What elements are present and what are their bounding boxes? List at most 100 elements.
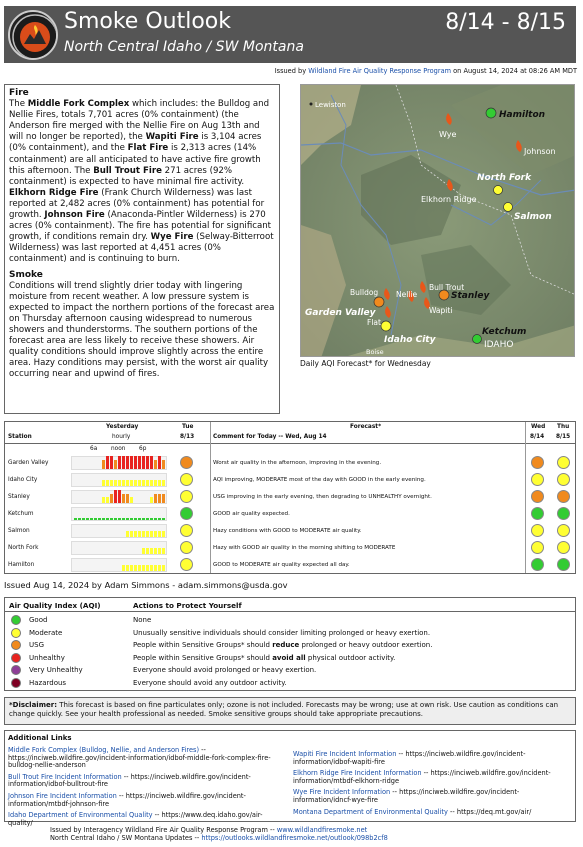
col-thu-date: 8/15 xyxy=(556,434,571,440)
row-station: Hamilton xyxy=(8,562,35,568)
smoke-heading: Smoke xyxy=(9,269,43,280)
row-station: Garden Valley xyxy=(8,460,49,466)
legend-name: Good xyxy=(29,616,48,624)
hourly-bar xyxy=(130,497,133,503)
marker-idaho-city xyxy=(380,320,392,332)
program-link[interactable]: Wildland Fire Air Quality Response Progr… xyxy=(308,67,451,75)
hourly-bar xyxy=(142,456,145,469)
hourly-bar xyxy=(102,518,105,520)
legend-action: People within Sensitive Groups* should r… xyxy=(133,641,433,649)
hourly-bar xyxy=(114,518,117,520)
hourly-bar xyxy=(110,456,113,469)
hourly-bar xyxy=(134,480,137,486)
hourly-bar xyxy=(154,531,157,537)
link-label[interactable]: Montana Department of Environmental Qual… xyxy=(293,808,448,816)
hourly-bar xyxy=(154,460,157,469)
legend-action: People within Sensitive Groups* should a… xyxy=(133,653,396,662)
link-item: Middle Fork Complex (Bulldog, Nellie, an… xyxy=(8,746,278,770)
hourly-bar xyxy=(138,456,141,469)
hourly-bar xyxy=(122,518,125,520)
hourly-bar xyxy=(102,480,105,486)
legend-row: Moderate Unusually sensitive individuals… xyxy=(5,627,575,639)
wed-aqi-dot xyxy=(531,490,544,503)
legend-name: USG xyxy=(29,641,44,649)
disclaimer: *Disclaimer: This forecast is based on f… xyxy=(4,697,576,725)
thu-aqi-dot xyxy=(557,507,570,520)
hourly-bar xyxy=(142,531,145,537)
link-item: Bull Trout Fire Incident Information -- … xyxy=(8,773,278,789)
col-hourly: hourly xyxy=(112,434,131,440)
hourly-bar xyxy=(102,460,105,469)
map-label-hamilton: Hamilton xyxy=(499,110,545,120)
link-url: -- https://deq.mt.gov/air/ xyxy=(447,807,532,816)
hourly-bar xyxy=(134,456,137,469)
hourly-bar xyxy=(150,456,153,469)
hourly-bar xyxy=(94,518,97,520)
legend-color-dot xyxy=(11,640,21,650)
legend-color-dot xyxy=(11,665,21,675)
hourly-bar xyxy=(110,518,113,520)
hourly-bar xyxy=(86,518,89,520)
hourly-bar xyxy=(130,565,133,571)
map-label-flat: Flat xyxy=(367,318,381,327)
hourly-bar xyxy=(90,518,93,520)
hourly-bar xyxy=(146,518,149,520)
tue-aqi-dot xyxy=(180,524,193,537)
map-label-bulldog: Bulldog xyxy=(350,288,378,297)
link-item: Johnson Fire Incident Information -- htt… xyxy=(8,792,278,808)
hourly-bar xyxy=(114,460,117,469)
hourly-bar xyxy=(158,480,161,486)
additional-links: Additional Links Middle Fork Complex (Bu… xyxy=(4,730,576,826)
col-wed: Wed xyxy=(531,424,546,430)
hourly-bar xyxy=(78,518,81,520)
hourly-bar xyxy=(118,490,121,503)
col-thu: Thu xyxy=(557,424,570,430)
table-row: Stanley USG improving in the early eveni… xyxy=(5,489,575,506)
table-row: Idaho City AQI improving, MODERATE most … xyxy=(5,472,575,489)
tue-aqi-dot xyxy=(180,507,193,520)
map-label-stanley: Stanley xyxy=(451,291,490,301)
hourly-chart xyxy=(71,456,167,470)
hourly-bar xyxy=(146,548,149,554)
issued-prefix: Issued by xyxy=(274,67,307,75)
map-label-idaho: IDAHO xyxy=(484,340,513,350)
table-row: North Fork Hazy with GOOD air quality in… xyxy=(5,540,575,557)
footer-link1[interactable]: www.wildlandfiresmoke.net xyxy=(277,826,367,834)
legend-actions-heading: Actions to Protect Yourself xyxy=(133,601,242,610)
map-label-north-fork: North Fork xyxy=(477,173,532,183)
hourly-bar xyxy=(150,548,153,554)
fire-text: The Middle Fork Complex which includes: … xyxy=(9,99,274,265)
tue-aqi-dot xyxy=(180,473,193,486)
forecast-table: Station Yesterday hourly Tue 8/13 Foreca… xyxy=(4,421,576,574)
hourly-bar xyxy=(138,518,141,520)
table-row: Hamilton GOOD to MODERATE air quality ex… xyxy=(5,557,575,574)
hourly-bar xyxy=(74,518,77,520)
hourly-bar xyxy=(158,456,161,469)
tue-aqi-dot xyxy=(180,541,193,554)
smoke-text: Conditions will trend slightly drier tod… xyxy=(9,280,275,380)
tue-aqi-dot xyxy=(180,558,193,571)
header-banner: Smoke Outlook North Central Idaho / SW M… xyxy=(4,6,576,63)
table-row: Garden Valley Worst air quality in the a… xyxy=(5,455,575,472)
row-station: Stanley xyxy=(8,494,30,500)
hourly-bar xyxy=(130,518,133,520)
wed-aqi-dot xyxy=(531,507,544,520)
legend-name: Unhealthy xyxy=(29,653,65,662)
hourly-chart xyxy=(71,541,167,555)
tick-6p: 6p xyxy=(139,446,147,452)
hourly-bar xyxy=(138,480,141,486)
hourly-chart xyxy=(71,473,167,487)
hourly-bar xyxy=(142,548,145,554)
thu-aqi-dot xyxy=(557,558,570,571)
hourly-bar xyxy=(158,531,161,537)
legend-row: Unhealthy People within Sensitive Groups… xyxy=(5,652,575,664)
tick-noon: noon xyxy=(111,446,126,452)
hourly-bar xyxy=(102,497,105,503)
col-comment: Comment for Today -- Wed, Aug 14 xyxy=(213,434,327,440)
marker-stanley xyxy=(438,289,450,301)
legend-row: Hazardous Everyone should avoid any outd… xyxy=(5,677,575,689)
hourly-chart xyxy=(71,490,167,504)
issued-by: Issued Aug 14, 2024 by Adam Simmons - ad… xyxy=(4,580,288,590)
legend-row: USG People within Sensitive Groups* shou… xyxy=(5,639,575,651)
footer-link2[interactable]: https://outlooks.wildlandfiresmoke.net/o… xyxy=(201,834,387,842)
